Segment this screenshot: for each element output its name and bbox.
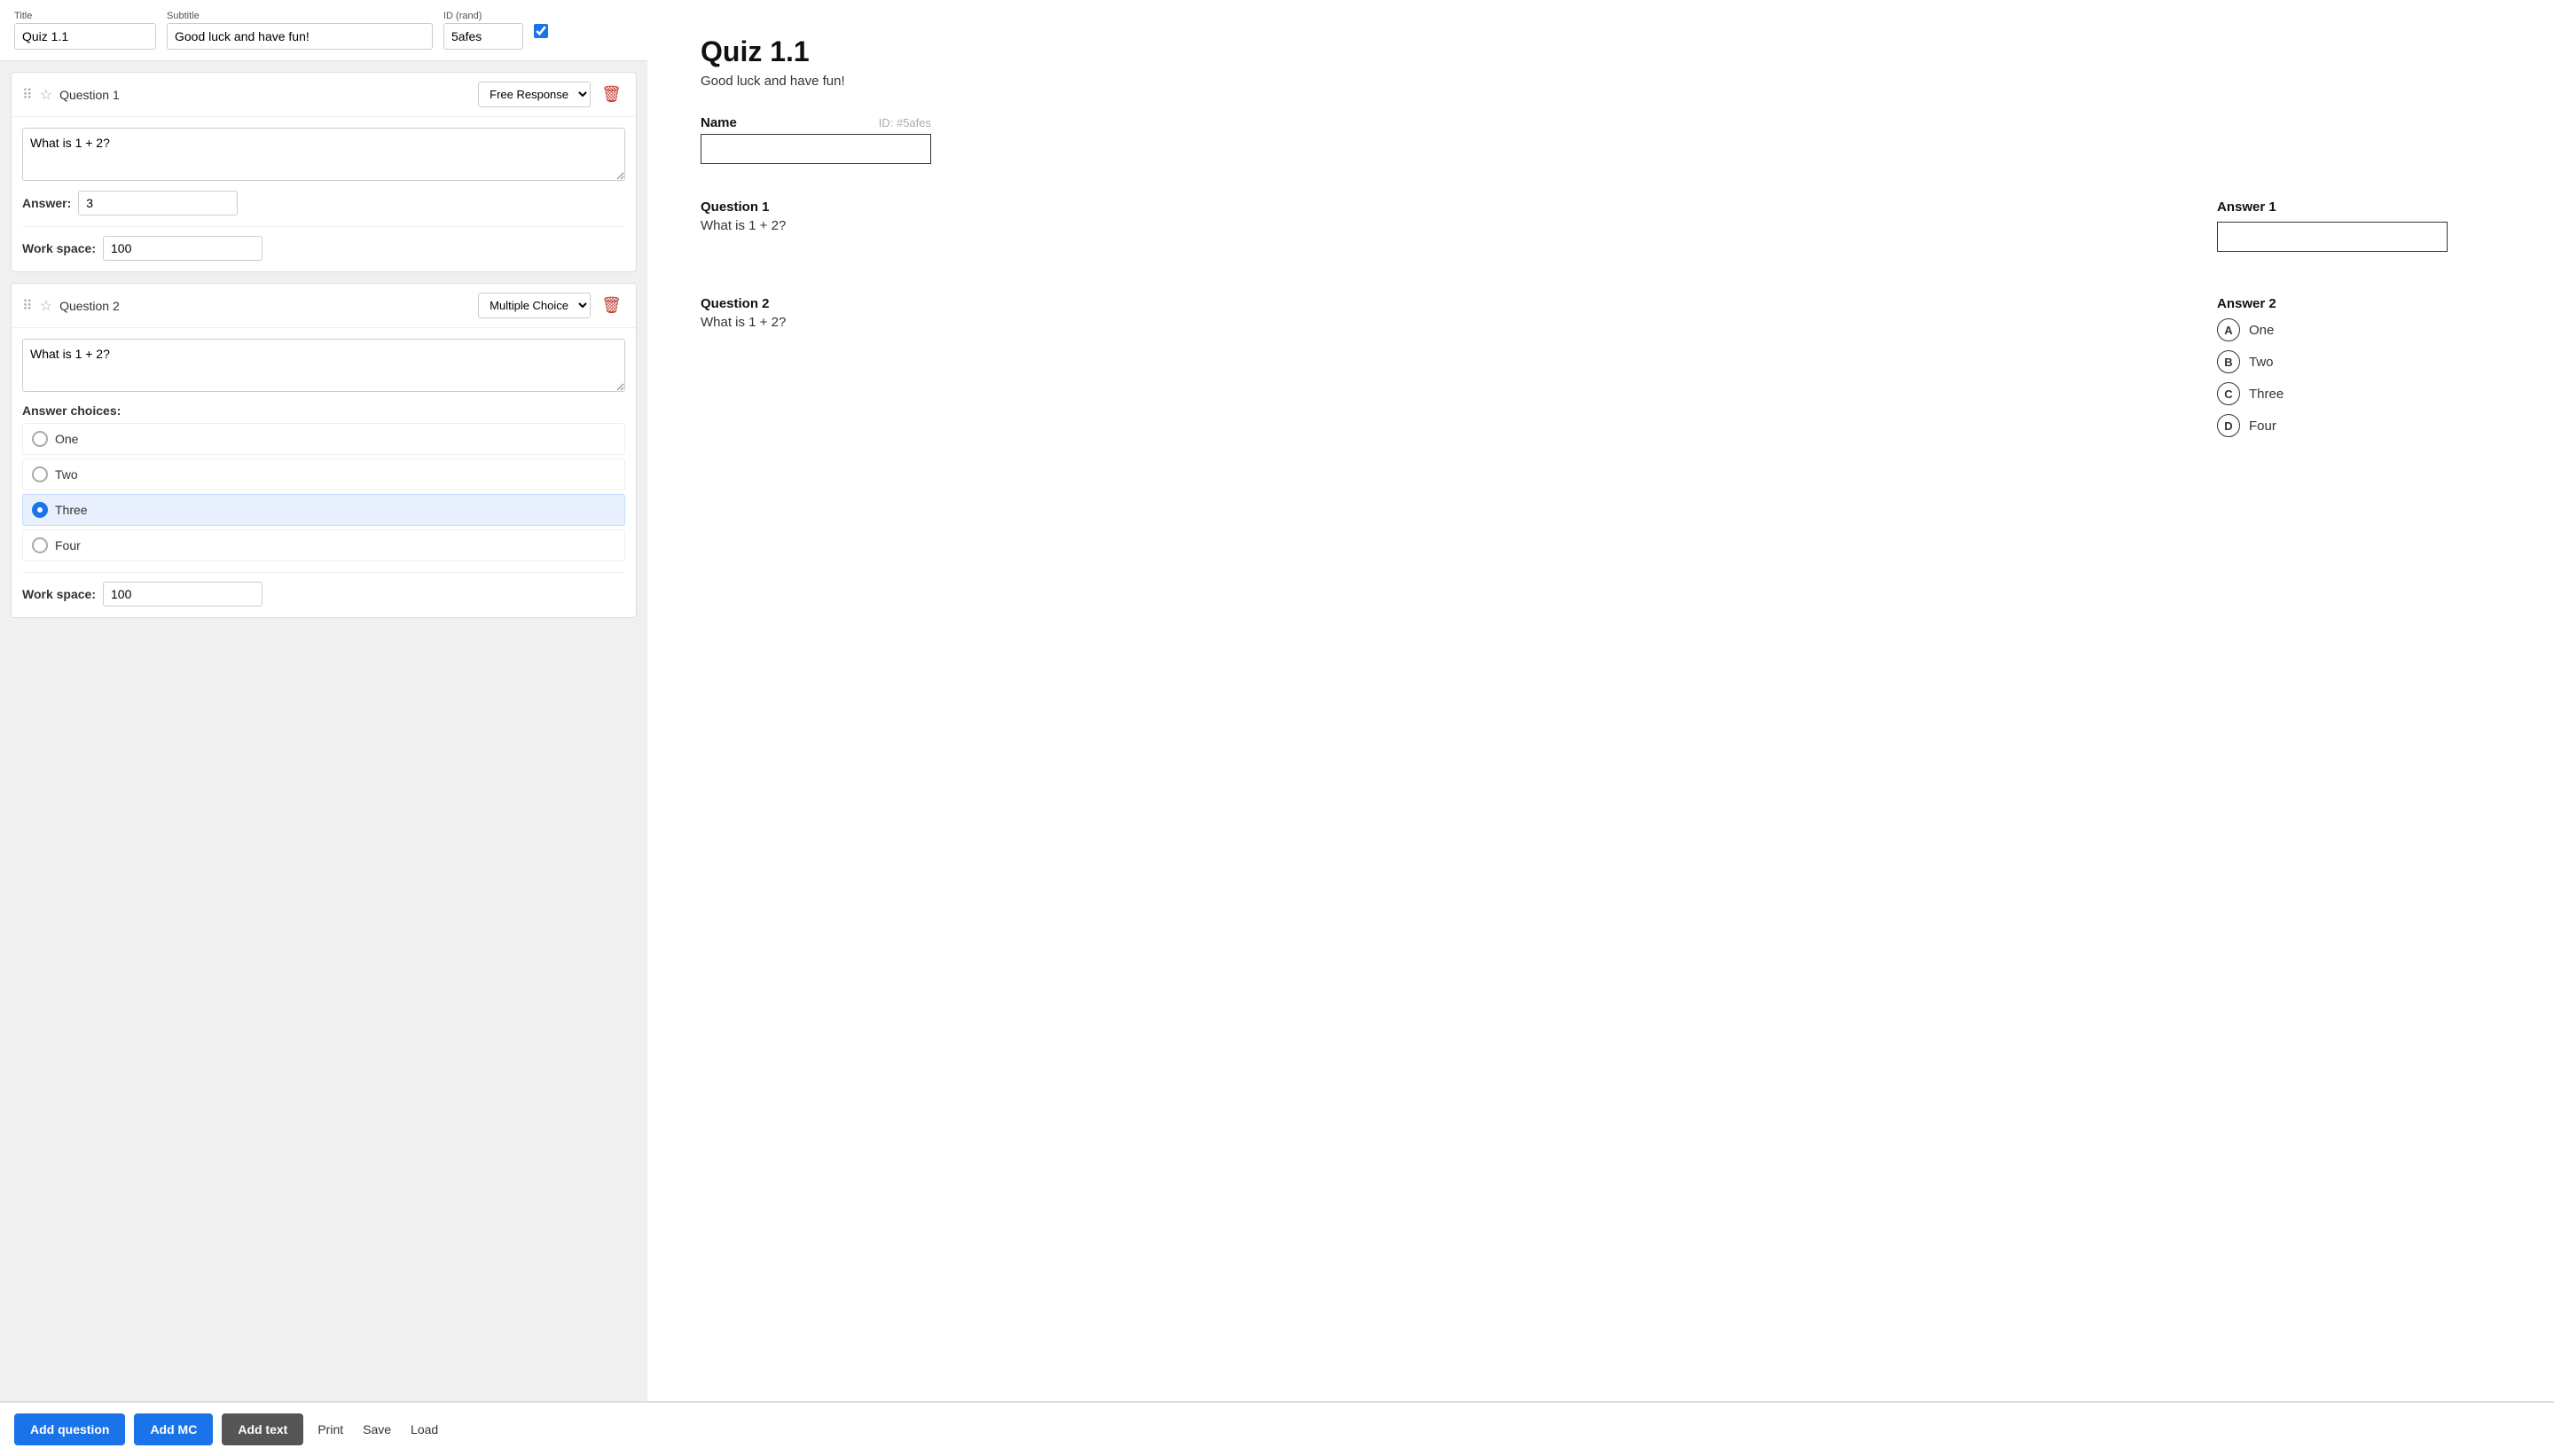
delete-question-1-button[interactable]: 🗑 [598, 85, 625, 104]
load-button[interactable]: Load [405, 1413, 443, 1445]
preview-q1-label: Question 1 [701, 200, 786, 215]
title-input[interactable] [14, 23, 156, 50]
header-row: Title Subtitle ID (rand) [0, 0, 647, 61]
add-mc-button[interactable]: Add MC [134, 1413, 213, 1445]
answer-1-row: Answer: [22, 191, 625, 215]
answer-1-label: Answer: [22, 196, 71, 210]
delete-question-2-button[interactable]: 🗑 [598, 296, 625, 315]
question-2-textarea[interactable]: What is 1 + 2? [22, 339, 625, 392]
add-question-button[interactable]: Add question [14, 1413, 125, 1445]
bottom-toolbar: Add question Add MC Add text Print Save … [0, 1401, 2554, 1456]
question-1-label: Question 1 [59, 88, 471, 102]
question-2-label: Question 2 [59, 299, 471, 313]
preview-name-label: Name [701, 115, 737, 130]
answer-1-input[interactable] [78, 191, 238, 215]
questions-area: ⠿ ☆ Question 1 Free Response Multiple Ch… [0, 61, 647, 1401]
question-2-body: What is 1 + 2? Answer choices: One Two T… [12, 328, 636, 617]
choice-four-row: Four [22, 529, 625, 561]
choice-two-radio[interactable] [32, 466, 48, 482]
mc-text-c: Three [2249, 387, 2284, 402]
print-button[interactable]: Print [312, 1413, 349, 1445]
drag-handle-2[interactable]: ⠿ [22, 297, 33, 315]
preview-answer1-input[interactable] [2217, 222, 2448, 252]
preview-question-2-left: Question 2 What is 1 + 2? [701, 296, 786, 446]
preview-question-1-left: Question 1 What is 1 + 2? [701, 200, 786, 252]
star-icon-2[interactable]: ☆ [40, 297, 52, 315]
id-field: ID (rand) [443, 11, 523, 50]
preview-subtitle: Good luck and have fun! [701, 74, 2501, 89]
mc-text-d: Four [2249, 419, 2276, 434]
mc-letter-a: A [2217, 318, 2240, 341]
mc-letter-c: C [2217, 382, 2240, 405]
preview-name-input[interactable] [701, 134, 931, 164]
title-field: Title [14, 11, 156, 50]
mc-letter-d: D [2217, 414, 2240, 437]
question-1-textarea[interactable]: What is 1 + 2? [22, 128, 625, 181]
choice-three-radio[interactable] [32, 502, 48, 518]
preview-mc-option-c: C Three [2217, 382, 2501, 405]
question-1-type-select[interactable]: Free Response Multiple Choice [478, 82, 591, 107]
preview-question-1-right: Answer 1 [2217, 200, 2501, 252]
preview-panel: Quiz 1.1 Good luck and have fun! Name ID… [647, 0, 2554, 1401]
preview-title: Quiz 1.1 [701, 35, 2501, 68]
question-2-header: ⠿ ☆ Question 2 Free Response Multiple Ch… [12, 284, 636, 328]
preview-mc-option-a: A One [2217, 318, 2501, 341]
rand-field [534, 22, 548, 38]
subtitle-label: Subtitle [167, 11, 433, 21]
choice-one-row: One [22, 423, 625, 455]
preview-mc-option-b: B Two [2217, 350, 2501, 373]
preview-name-header: Name ID: #5afes [701, 115, 931, 130]
preview-name-section: Name ID: #5afes [701, 115, 931, 164]
preview-question-2-right: Answer 2 A One B Two C Three D Four [2217, 296, 2501, 446]
workspace-1-row: Work space: [22, 226, 625, 261]
workspace-1-label: Work space: [22, 241, 96, 255]
subtitle-input[interactable] [167, 23, 433, 50]
workspace-2-row: Work space: [22, 572, 625, 607]
choice-two-row: Two [22, 458, 625, 490]
save-button[interactable]: Save [357, 1413, 396, 1445]
question-1-card: ⠿ ☆ Question 1 Free Response Multiple Ch… [11, 72, 637, 272]
preview-answer1-label: Answer 1 [2217, 200, 2501, 215]
drag-handle-1[interactable]: ⠿ [22, 86, 33, 104]
choice-four-radio[interactable] [32, 537, 48, 553]
mc-letter-b: B [2217, 350, 2240, 373]
workspace-2-label: Work space: [22, 587, 96, 601]
question-1-header: ⠿ ☆ Question 1 Free Response Multiple Ch… [12, 73, 636, 117]
preview-question-2-block: Question 2 What is 1 + 2? Answer 2 A One… [701, 296, 2501, 446]
choice-one-radio[interactable] [32, 431, 48, 447]
id-label: ID (rand) [443, 11, 523, 21]
workspace-2-input[interactable] [103, 582, 262, 607]
workspace-1-input[interactable] [103, 236, 262, 261]
choice-one-text: One [55, 432, 78, 446]
choice-four-text: Four [55, 538, 81, 552]
preview-mc-option-d: D Four [2217, 414, 2501, 437]
rand-checkbox[interactable] [534, 24, 548, 38]
mc-text-b: Two [2249, 355, 2274, 370]
preview-q1-text: What is 1 + 2? [701, 218, 786, 233]
preview-q2-text: What is 1 + 2? [701, 315, 786, 330]
question-2-type-select[interactable]: Free Response Multiple Choice [478, 293, 591, 318]
title-label: Title [14, 11, 156, 21]
preview-answer2-label: Answer 2 [2217, 296, 2501, 311]
choice-three-row: Three [22, 494, 625, 526]
question-2-card: ⠿ ☆ Question 2 Free Response Multiple Ch… [11, 283, 637, 618]
choice-two-text: Two [55, 467, 78, 481]
add-text-button[interactable]: Add text [222, 1413, 303, 1445]
subtitle-field: Subtitle [167, 11, 433, 50]
editor-panel: Title Subtitle ID (rand) ⠿ ☆ [0, 0, 647, 1401]
answer-choices-label: Answer choices: [22, 403, 625, 418]
star-icon-1[interactable]: ☆ [40, 86, 52, 104]
preview-name-row: Name ID: #5afes [701, 115, 2501, 164]
mc-text-a: One [2249, 323, 2274, 338]
choice-three-text: Three [55, 503, 88, 517]
question-1-body: What is 1 + 2? Answer: Work space: [12, 117, 636, 271]
preview-id-label: ID: #5afes [879, 116, 931, 129]
preview-question-1-block: Question 1 What is 1 + 2? Answer 1 [701, 200, 2501, 252]
preview-q2-label: Question 2 [701, 296, 786, 311]
id-input[interactable] [443, 23, 523, 50]
